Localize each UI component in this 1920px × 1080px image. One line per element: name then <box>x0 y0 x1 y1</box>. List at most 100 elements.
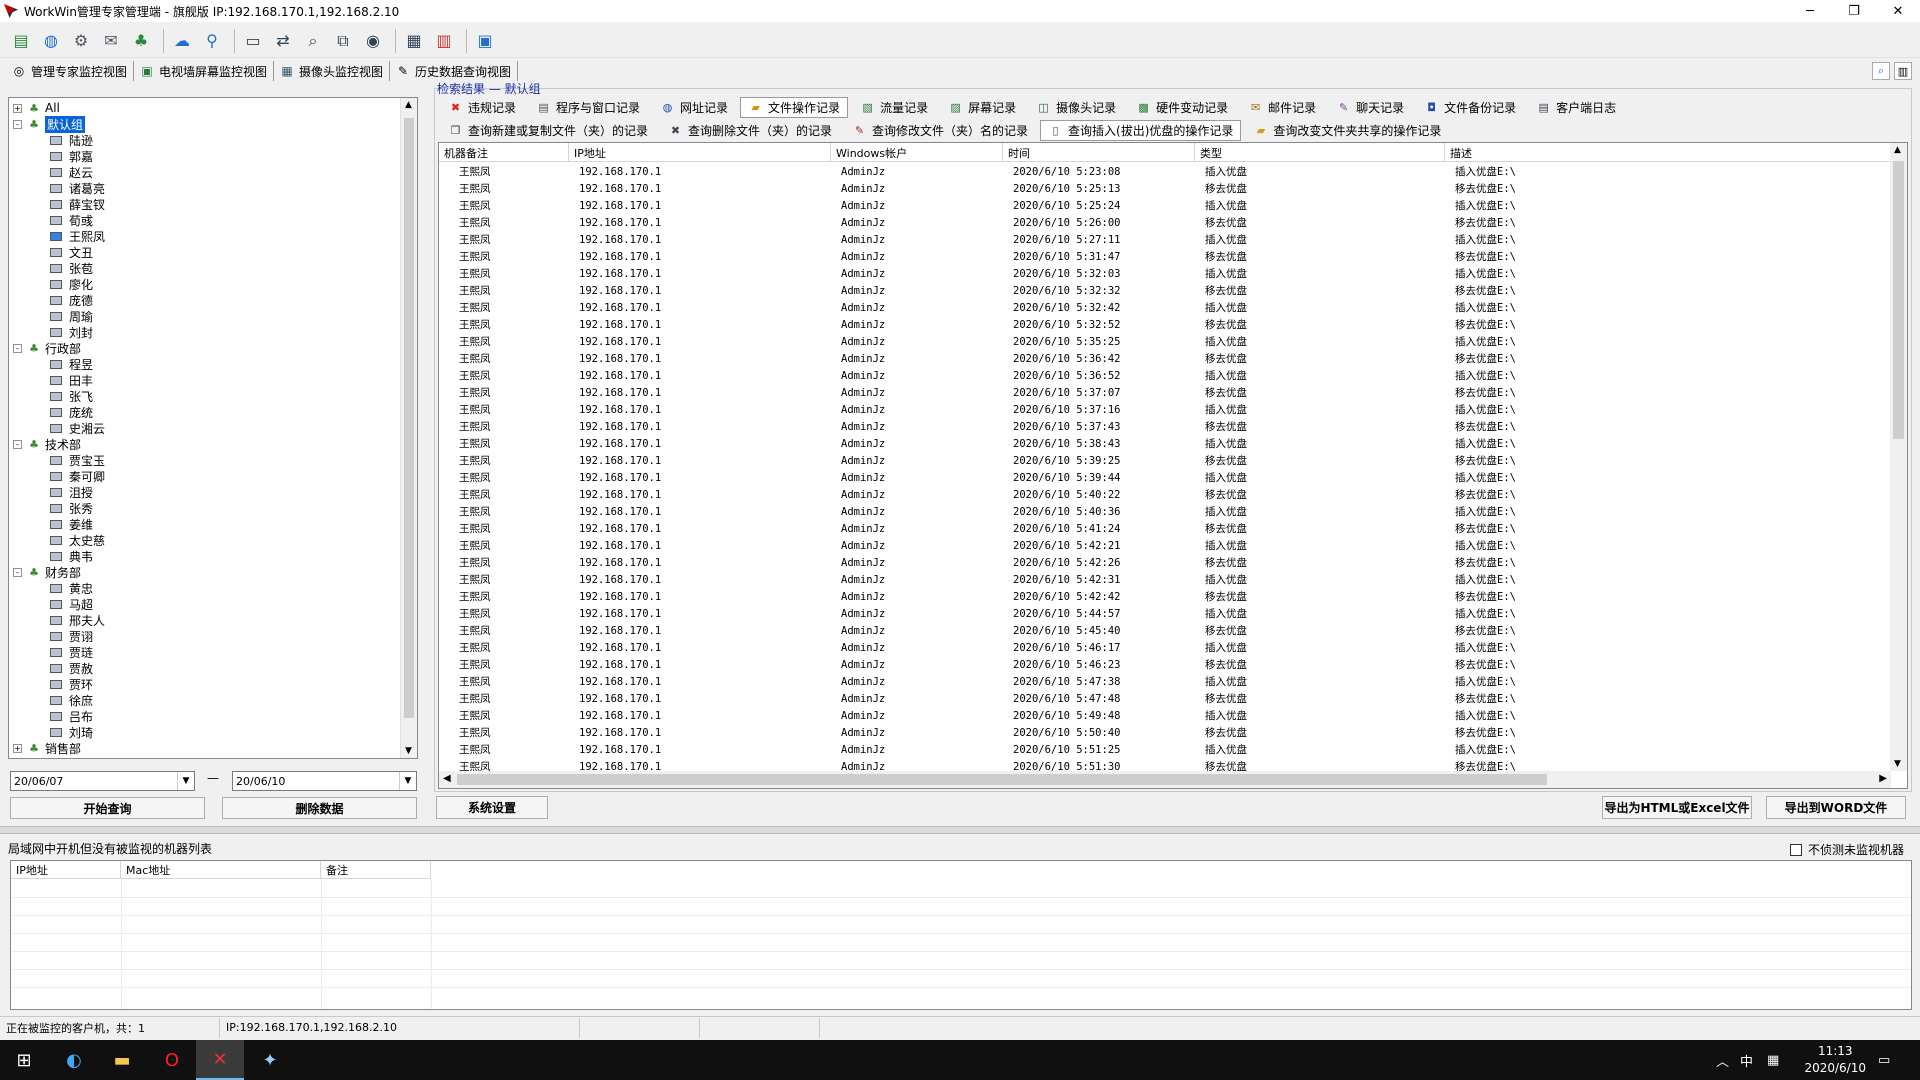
tab-monitor-view[interactable]: ◎ 管理专家监控视图 <box>6 61 135 81</box>
scroll-down-icon[interactable]: ▼ <box>1894 759 1901 769</box>
table-row[interactable]: 王熙凤 192.168.170.1 AdminJz 2020/6/10 5:26:00… <box>439 214 1891 231</box>
tree-group-node[interactable]: - ♣ 默认组 <box>13 115 86 133</box>
tree-computer-node[interactable]: 史湘云 <box>49 420 105 436</box>
column-header[interactable]: IP地址 <box>569 143 831 162</box>
table-row[interactable]: 王熙凤 192.168.170.1 AdminJz 2020/6/10 5:42:42… <box>439 588 1891 605</box>
network-icon[interactable]: ☁ <box>169 28 195 54</box>
notification-icon[interactable]: ▭ <box>1878 1040 1890 1080</box>
tree-computer-node[interactable]: 沮授 <box>49 484 93 500</box>
tree-computer-node[interactable]: 贾琏 <box>49 644 93 660</box>
tree-computer-node[interactable]: 贾环 <box>49 676 93 692</box>
tree-computer-node[interactable]: 张苞 <box>49 260 93 276</box>
scroll-right-icon[interactable]: ▶ <box>1879 773 1887 784</box>
chevron-down-icon[interactable]: ▼ <box>399 772 416 790</box>
table-row[interactable]: 王熙凤 192.168.170.1 AdminJz 2020/6/10 5:42:31… <box>439 571 1891 588</box>
scroll-down-icon[interactable]: ▼ <box>405 746 412 756</box>
table-row[interactable]: 王熙凤 192.168.170.1 AdminJz 2020/6/10 5:27:11… <box>439 231 1891 248</box>
group-tree[interactable]: + ♣ All - ♣ 默认组 陆逊 郭嘉 赵云 诸葛亮 薛宝钗 荀彧 王熙凤 文丑 张苞 廖化 庞德 周瑜 刘封 -… <box>8 97 418 759</box>
date-from-picker[interactable]: 20/06/07 ▼ <box>10 771 195 791</box>
collapse-icon[interactable]: - <box>13 343 22 353</box>
grid-scroll-thumb[interactable] <box>1893 161 1904 439</box>
unmonitored-list[interactable]: IP地址 Mac地址 备注 <box>10 860 1912 1010</box>
tree-computer-node[interactable]: 郭嘉 <box>49 148 93 164</box>
tab-history-view[interactable]: ✎ 历史数据查询视图 <box>390 61 519 81</box>
tab-hardware[interactable]: ▩ 硬件变动记录 <box>1128 97 1236 118</box>
tree-computer-node[interactable]: 王熙凤 <box>49 228 105 244</box>
search-icon[interactable]: ⌕ <box>1872 62 1890 80</box>
tree-scroll-thumb[interactable] <box>404 118 414 718</box>
grid-horizontal-scrollbar[interactable]: ◀ ▶ <box>439 771 1891 788</box>
tree-computer-node[interactable]: 庞统 <box>49 404 93 420</box>
file-explorer-icon[interactable]: ▬ <box>98 1040 146 1080</box>
records-grid[interactable]: 机器备注 IP地址 Windows帐户 时间 类型 描述 王熙凤 192.168.170.1… <box>438 142 1908 789</box>
pane-splitter[interactable] <box>0 826 1920 834</box>
table-row[interactable]: 王熙凤 192.168.170.1 AdminJz 2020/6/10 5:40:22… <box>439 486 1891 503</box>
close-button[interactable]: ✕ <box>1876 0 1920 22</box>
tree-computer-node[interactable]: 邢夫人 <box>49 612 105 628</box>
show-hidden-icons-icon[interactable]: ︿ <box>1716 1040 1729 1080</box>
screens-icon[interactable]: ⧉ <box>330 28 356 54</box>
column-header[interactable]: IP地址 <box>11 861 121 879</box>
tab-share-folder[interactable]: ▰ 查询改变文件夹共享的操作记录 <box>1245 120 1449 141</box>
tree-computer-node[interactable]: 荀彧 <box>49 212 93 228</box>
users-icon[interactable]: ♣ <box>128 28 154 54</box>
layout-icon[interactable]: ▥ <box>1894 62 1912 80</box>
tab-usb[interactable]: ▯ 查询插入(拔出)优盘的操作记录 <box>1040 119 1242 141</box>
tree-computer-node[interactable]: 贾诩 <box>49 628 93 644</box>
keyboard-icon[interactable]: ▦ <box>1767 1040 1779 1080</box>
tab-chat[interactable]: ✎ 聊天记录 <box>1328 97 1412 118</box>
table-row[interactable]: 王熙凤 192.168.170.1 AdminJz 2020/6/10 5:32:32… <box>439 282 1891 299</box>
table-row[interactable]: 王熙凤 192.168.170.1 AdminJz 2020/6/10 5:40:36… <box>439 503 1891 520</box>
table-row[interactable]: 王熙凤 192.168.170.1 AdminJz 2020/6/10 5:25:24… <box>439 197 1891 214</box>
export-excel-button[interactable]: 导出为HTML或Excel文件 <box>1602 796 1752 819</box>
tree-group-node[interactable]: + ♣ All <box>13 100 60 116</box>
collapse-icon[interactable]: - <box>13 119 22 129</box>
expand-icon[interactable]: + <box>13 103 22 113</box>
chevron-down-icon[interactable]: ▼ <box>177 772 194 790</box>
table-row[interactable]: 王熙凤 192.168.170.1 AdminJz 2020/6/10 5:36:42… <box>439 350 1891 367</box>
tree-computer-node[interactable]: 陆逊 <box>49 132 93 148</box>
column-header[interactable]: 类型 <box>1195 143 1445 162</box>
mail-toolbar-icon[interactable]: ✉ <box>98 28 124 54</box>
table-row[interactable]: 王熙凤 192.168.170.1 AdminJz 2020/6/10 5:37:43… <box>439 418 1891 435</box>
tab-mail[interactable]: ✉ 邮件记录 <box>1240 97 1324 118</box>
tree-computer-node[interactable]: 庞德 <box>49 292 93 308</box>
tree-computer-node[interactable]: 贾宝玉 <box>49 452 105 468</box>
grid-vertical-scrollbar[interactable]: ▲ ▼ <box>1890 143 1907 771</box>
tab-program-window[interactable]: ▤ 程序与窗口记录 <box>528 97 648 118</box>
column-header[interactable]: Windows帐户 <box>831 143 1003 162</box>
tab-file-operation[interactable]: ▰ 文件操作记录 <box>740 96 849 118</box>
tab-backup[interactable]: ◘ 文件备份记录 <box>1416 97 1524 118</box>
tree-computer-node[interactable]: 田丰 <box>49 372 93 388</box>
table-row[interactable]: 王熙凤 192.168.170.1 AdminJz 2020/6/10 5:25:13… <box>439 180 1891 197</box>
table-row[interactable]: 王熙凤 192.168.170.1 AdminJz 2020/6/10 5:35:25… <box>439 333 1891 350</box>
no-detect-checkbox[interactable]: 不侦测未监视机器 <box>1789 841 1904 858</box>
opera-browser-icon[interactable]: O <box>148 1040 196 1080</box>
tree-computer-node[interactable]: 刘封 <box>49 324 93 340</box>
tree-computer-node[interactable]: 廖化 <box>49 276 93 292</box>
scroll-left-icon[interactable]: ◀ <box>443 773 451 784</box>
tree-computer-node[interactable]: 诸葛亮 <box>49 180 105 196</box>
table-row[interactable]: 王熙凤 192.168.170.1 AdminJz 2020/6/10 5:44:57… <box>439 605 1891 622</box>
column-header[interactable]: 机器备注 <box>439 143 569 162</box>
start-query-button[interactable]: 开始查询 <box>10 797 205 819</box>
tab-screen[interactable]: ▨ 屏幕记录 <box>940 97 1024 118</box>
table-row[interactable]: 王熙凤 192.168.170.1 AdminJz 2020/6/10 5:32:52… <box>439 316 1891 333</box>
table-row[interactable]: 王熙凤 192.168.170.1 AdminJz 2020/6/10 5:45:40… <box>439 622 1891 639</box>
tree-computer-node[interactable]: 太史慈 <box>49 532 105 548</box>
table-row[interactable]: 王熙凤 192.168.170.1 AdminJz 2020/6/10 5:42:21… <box>439 537 1891 554</box>
table-row[interactable]: 王熙凤 192.168.170.1 AdminJz 2020/6/10 5:47:48… <box>439 690 1891 707</box>
tree-group-node[interactable]: +♣后勤保障部 <box>13 756 105 759</box>
delete-data-button[interactable]: 删除数据 <box>222 797 417 819</box>
tree-computer-node[interactable]: 秦可卿 <box>49 468 105 484</box>
usb-toolbar-icon[interactable]: ⚲ <box>199 28 225 54</box>
tree-computer-node[interactable]: 程昱 <box>49 356 93 372</box>
tree-computer-node[interactable]: 张飞 <box>49 388 93 404</box>
table-row[interactable]: 王熙凤 192.168.170.1 AdminJz 2020/6/10 5:38:43… <box>439 435 1891 452</box>
search-pc-icon[interactable]: ⌕ <box>300 28 326 54</box>
help-icon[interactable]: ▣ <box>472 28 498 54</box>
settings-icon[interactable]: ⚙ <box>68 28 94 54</box>
tab-url[interactable]: ◍ 网址记录 <box>652 97 736 118</box>
tab-camera[interactable]: ◫ 摄像头记录 <box>1028 97 1124 118</box>
tree-group-node[interactable]: - ♣ 技术部 <box>13 436 81 452</box>
